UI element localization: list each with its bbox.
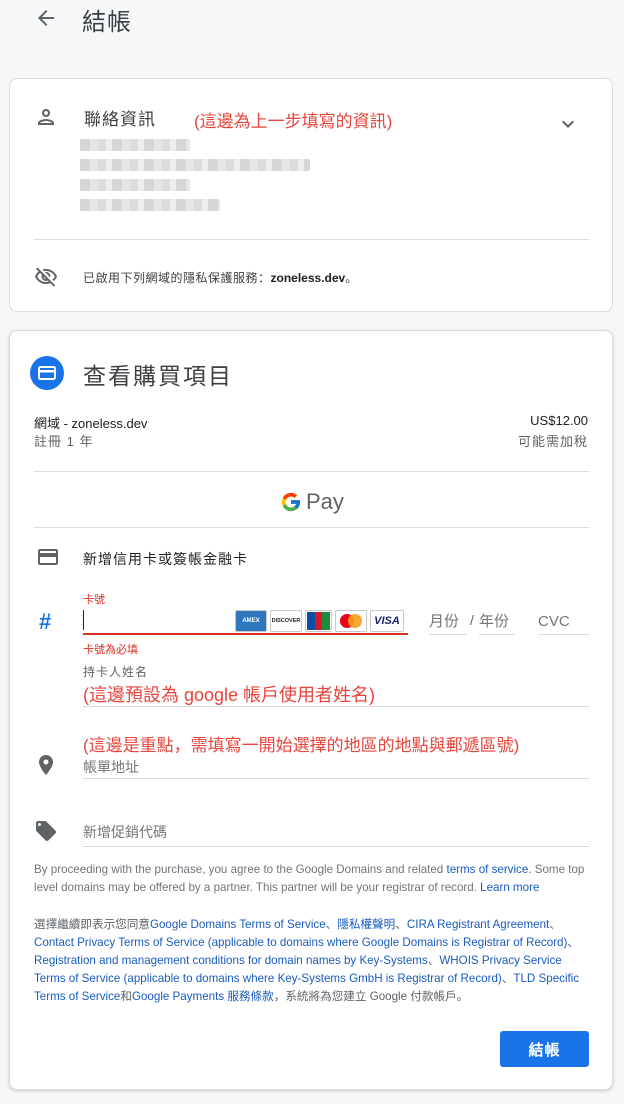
privacy-prefix: 已啟用下列網域的隱私保護服務： <box>83 271 271 285</box>
back-button[interactable] <box>34 6 58 30</box>
google-domains-tos-link[interactable]: Google Domains Terms of Service <box>150 918 326 931</box>
legal-sep: 、 <box>395 918 407 931</box>
item-tax-note: 可能需加稅 <box>517 434 588 449</box>
checkout-button[interactable]: 結帳 <box>500 1031 589 1067</box>
legal-notice-en: By proceeding with the purchase, you agr… <box>34 861 594 897</box>
contact-info-title: 聯絡資訊 <box>84 110 156 129</box>
contact-privacy-tos-link[interactable]: Contact Privacy Terms of Service (applic… <box>34 936 567 949</box>
privacy-policy-link[interactable]: 隱私權聲明 <box>337 918 395 931</box>
promo-code-input[interactable] <box>83 817 589 847</box>
legal-sep: 、 <box>567 936 579 949</box>
terms-of-service-link[interactable]: terms of service <box>446 863 528 876</box>
legal-text: 選擇繼續即表示您同意 <box>34 918 150 931</box>
google-pay-label: Pay <box>306 489 344 514</box>
expand-contact-button[interactable] <box>556 112 580 136</box>
location-pin-icon <box>34 753 58 777</box>
payment-card-icon <box>30 356 64 390</box>
google-pay-button[interactable]: Pay <box>280 488 344 516</box>
legal-sep: 、 <box>501 972 514 985</box>
cvc-input[interactable] <box>538 609 589 635</box>
mastercard-logo-icon <box>335 610 367 632</box>
redacted-contact-line <box>80 139 190 151</box>
review-title: 查看購買項目 <box>83 363 233 389</box>
divider <box>34 239 589 240</box>
chevron-down-icon <box>562 120 574 128</box>
item-price: US$12.00 <box>530 413 588 428</box>
billing-address-input[interactable] <box>83 751 589 779</box>
expiry-month-input[interactable] <box>429 609 467 635</box>
privacy-notice: 已啟用下列網域的隱私保護服務：zoneless.dev。 <box>83 269 358 286</box>
contact-annotation: (這邊為上一步填寫的資訊) <box>194 112 393 131</box>
card-number-error: 卡號為必填 <box>83 644 138 656</box>
legal-sep: 和 <box>120 990 132 1003</box>
google-payments-tos-link[interactable]: Google Payments 服務條款 <box>132 990 274 1003</box>
top-bar: 結帳 <box>0 0 624 40</box>
card-number-label: 卡號 <box>83 594 105 606</box>
amex-logo-icon: AMEX <box>235 610 267 632</box>
legal-text: ，系統將為您建立 Google 付款帳戶。 <box>273 990 469 1003</box>
legal-notice-zh: 選擇繼續即表示您同意Google Domains Terms of Servic… <box>34 916 594 1006</box>
learn-more-link[interactable]: Learn more <box>480 881 539 894</box>
item-term: 註冊 1 年 <box>34 434 94 449</box>
redacted-contact-line <box>80 179 190 191</box>
privacy-domain: zoneless.dev <box>270 271 346 285</box>
expiry-year-input[interactable] <box>479 609 515 635</box>
jcb-logo-icon <box>305 610 332 632</box>
cardholder-annotation: (這邊預設為 google 帳戶使用者姓名) <box>83 685 376 705</box>
discover-logo-icon: DISCOVER <box>270 610 302 632</box>
divider <box>34 527 589 528</box>
legal-sep: 、 <box>427 954 440 967</box>
review-purchase-card: 查看購買項目 網域 - zoneless.dev 註冊 1 年 US$12.00… <box>9 330 613 1090</box>
add-card-option[interactable]: 新增信用卡或簽帳金融卡 <box>83 549 248 569</box>
credit-card-icon <box>36 545 60 569</box>
item-name: 網域 - zoneless.dev <box>34 416 148 431</box>
visibility-off-icon <box>34 265 58 289</box>
hash-icon: # <box>39 609 52 634</box>
cira-agreement-link[interactable]: CIRA Registrant Agreement <box>407 918 549 931</box>
text-caret <box>83 610 84 630</box>
tag-icon <box>34 819 58 843</box>
privacy-suffix: 。 <box>345 271 358 285</box>
cardholder-name-label: 持卡人姓名 <box>83 665 149 679</box>
redacted-contact-line <box>80 199 220 211</box>
google-g-icon <box>281 492 301 512</box>
redacted-contact-line <box>80 159 310 171</box>
arrow-back-icon <box>38 10 54 26</box>
expiry-separator: / <box>470 612 474 628</box>
person-icon <box>34 105 58 129</box>
card-brands: AMEX DISCOVER VISA <box>235 610 404 632</box>
legal-sep: 、 <box>325 918 338 931</box>
visa-logo-icon: VISA <box>370 610 404 632</box>
divider <box>34 471 589 472</box>
key-systems-conditions-link[interactable]: Registration and management conditions f… <box>34 954 428 967</box>
legal-text: By proceeding with the purchase, you agr… <box>34 863 447 876</box>
legal-sep: 、 <box>549 918 561 931</box>
page-title: 結帳 <box>82 9 132 36</box>
contact-info-card: 聯絡資訊 (這邊為上一步填寫的資訊) 已啟用下列網域的隱私保護服務：zonele… <box>9 78 613 312</box>
